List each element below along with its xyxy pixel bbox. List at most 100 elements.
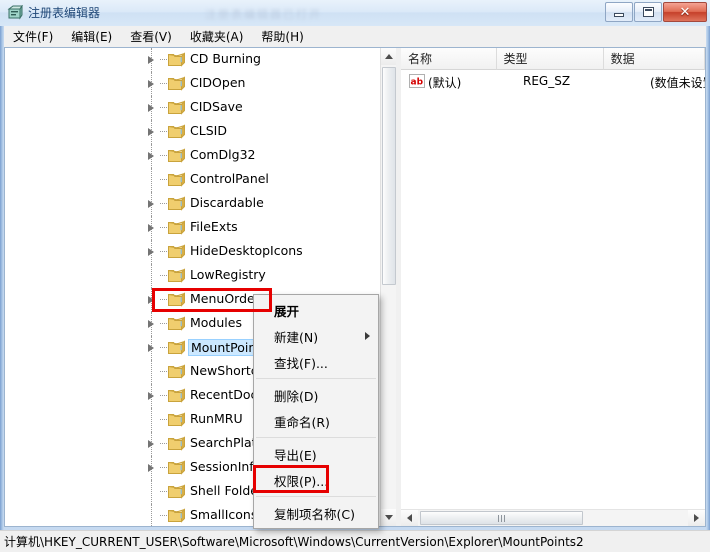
- expand-arrow-icon[interactable]: [148, 392, 154, 400]
- tree-connector: [151, 504, 152, 526]
- column-header-name[interactable]: 名称: [401, 48, 497, 70]
- context-menu-item-5[interactable]: 导出(E): [254, 441, 378, 467]
- context-menu-item-3[interactable]: 删除(D): [254, 382, 378, 408]
- expand-arrow-icon[interactable]: [148, 320, 154, 328]
- tree-item-label: FileExts: [190, 219, 238, 234]
- scroll-thumb-grip: [498, 514, 505, 522]
- svg-text:ab: ab: [411, 78, 424, 88]
- scroll-right-arrow[interactable]: [688, 510, 705, 526]
- submenu-arrow-icon: [365, 332, 370, 340]
- menu-item-favorites[interactable]: 收藏夹(A): [181, 26, 253, 47]
- menu-item-view[interactable]: 查看(V): [121, 26, 181, 47]
- folder-icon: [168, 412, 185, 427]
- context-menu-item-7[interactable]: 复制项名称(C): [254, 500, 378, 526]
- tree-item-discardable[interactable]: Discardable: [5, 192, 380, 216]
- context-menu-separator: [256, 378, 376, 379]
- context-menu-separator: [256, 496, 376, 497]
- folder-icon: [168, 364, 185, 379]
- context-menu-item-0[interactable]: 展开: [254, 297, 378, 323]
- tree-item-controlpanel[interactable]: ControlPanel: [5, 168, 380, 192]
- tree-connector: [151, 264, 152, 288]
- tree-item-comdlg32[interactable]: ComDlg32: [5, 144, 380, 168]
- context-menu[interactable]: 展开 新建(N) 查找(F)... 删除(D) 重命名(R) 导出(E) 权限(P)... 复…: [253, 294, 379, 529]
- tree-connector: [151, 408, 152, 432]
- tree-item-label: SessionInfo: [190, 459, 262, 474]
- scroll-up-arrow[interactable]: [381, 48, 396, 65]
- title-ghost-text: 注册表编辑器已打开: [205, 8, 322, 21]
- tree-item-label: LowRegistry: [190, 267, 266, 282]
- value-list-horizontal-scrollbar[interactable]: [401, 509, 705, 526]
- column-header-data[interactable]: 数据: [603, 48, 705, 70]
- close-icon: ✕: [679, 4, 691, 20]
- folder-icon: [168, 484, 185, 499]
- expand-arrow-icon[interactable]: [148, 248, 154, 256]
- title-bar[interactable]: 注册表编辑器 注册表编辑器已打开 ✕: [0, 0, 710, 26]
- folder-icon: [168, 508, 185, 523]
- tree-item-label: CD Burning: [190, 51, 261, 66]
- tree-vertical-scrollbar[interactable]: [380, 48, 396, 526]
- expand-arrow-icon[interactable]: [148, 344, 154, 352]
- folder-icon: [168, 52, 185, 67]
- context-menu-item-4[interactable]: 重命名(R): [254, 408, 378, 434]
- folder-icon: [168, 196, 185, 211]
- tree-item-lowregistry[interactable]: LowRegistry: [5, 264, 380, 288]
- expand-arrow-icon[interactable]: [148, 200, 154, 208]
- tree-item-label: Discardable: [190, 195, 264, 210]
- close-button[interactable]: ✕: [663, 2, 707, 22]
- folder-icon: [168, 100, 185, 115]
- tree-connector: [151, 360, 152, 384]
- folder-icon: [168, 436, 185, 451]
- value-list-pane[interactable]: 名称 类型 数据 ab (默认) REG_SZ (数值未设置): [401, 48, 705, 526]
- tree-connector: [151, 168, 152, 192]
- menu-bar: 文件(F) 编辑(E) 查看(V) 收藏夹(A) 帮助(H): [0, 26, 710, 47]
- value-row-default[interactable]: ab (默认) REG_SZ (数值未设置): [401, 72, 705, 92]
- maximize-icon: [642, 7, 654, 17]
- status-bar: 计算机\HKEY_CURRENT_USER\Software\Microsoft…: [0, 530, 710, 552]
- tree-item-label: CIDOpen: [190, 75, 246, 90]
- tree-connector: [151, 480, 152, 504]
- context-menu-separator: [256, 437, 376, 438]
- expand-arrow-icon[interactable]: [148, 440, 154, 448]
- expand-arrow-icon[interactable]: [148, 464, 154, 472]
- tree-scroll-thumb[interactable]: [382, 67, 396, 285]
- menu-item-edit[interactable]: 编辑(E): [62, 26, 121, 47]
- folder-icon: [168, 244, 185, 259]
- window-title: 注册表编辑器: [28, 6, 101, 20]
- expand-arrow-icon[interactable]: [148, 80, 154, 88]
- folder-icon: [168, 172, 185, 187]
- tree-item-fileexts[interactable]: FileExts: [5, 216, 380, 240]
- context-menu-item-1[interactable]: 新建(N): [254, 323, 378, 349]
- value-name: (默认): [428, 76, 462, 90]
- folder-icon: [168, 340, 185, 355]
- folder-icon: [168, 268, 185, 283]
- expand-arrow-icon[interactable]: [148, 56, 154, 64]
- tree-item-hidedesktopicons[interactable]: HideDesktopIcons: [5, 240, 380, 264]
- menu-item-help[interactable]: 帮助(H): [252, 26, 312, 47]
- expand-arrow-icon[interactable]: [148, 104, 154, 112]
- expand-arrow-icon[interactable]: [148, 296, 154, 304]
- value-type: REG_SZ: [523, 74, 571, 88]
- folder-icon: [168, 76, 185, 91]
- scroll-left-arrow[interactable]: [401, 510, 418, 526]
- minimize-button[interactable]: [605, 2, 633, 22]
- scroll-down-arrow[interactable]: [381, 509, 396, 526]
- column-header-type[interactable]: 类型: [496, 48, 604, 70]
- tree-item-label: CLSID: [190, 123, 227, 138]
- menu-item-file[interactable]: 文件(F): [4, 26, 62, 47]
- expand-arrow-icon[interactable]: [148, 152, 154, 160]
- value-list-scroll-thumb[interactable]: [420, 511, 583, 525]
- folder-icon: [168, 148, 185, 163]
- tree-item-label: ComDlg32: [190, 147, 256, 162]
- expand-arrow-icon[interactable]: [148, 128, 154, 136]
- maximize-button[interactable]: [634, 2, 662, 22]
- expand-arrow-icon[interactable]: [148, 224, 154, 232]
- tree-item-cidsave[interactable]: CIDSave: [5, 96, 380, 120]
- folder-icon: [168, 388, 185, 403]
- folder-icon: [168, 220, 185, 235]
- tree-item-cd-burning[interactable]: CD Burning: [5, 48, 380, 72]
- tree-item-clsid[interactable]: CLSID: [5, 120, 380, 144]
- context-menu-item-6[interactable]: 权限(P)...: [254, 467, 378, 493]
- folder-icon: [168, 124, 185, 139]
- tree-item-cidopen[interactable]: CIDOpen: [5, 72, 380, 96]
- context-menu-item-2[interactable]: 查找(F)...: [254, 349, 378, 375]
